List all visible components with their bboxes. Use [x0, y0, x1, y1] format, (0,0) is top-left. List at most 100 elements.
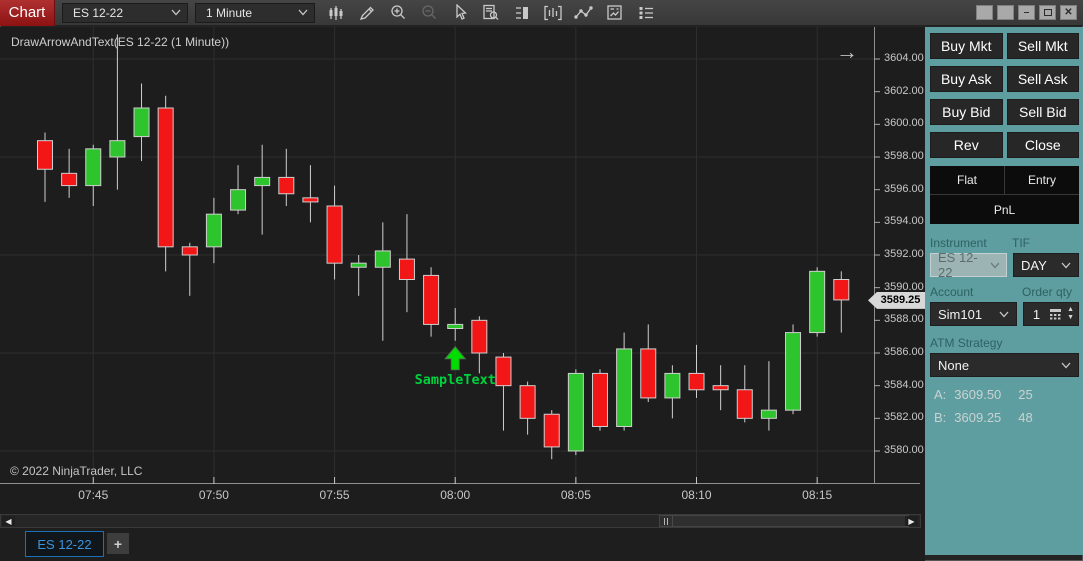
line-studies-icon[interactable]: [573, 3, 595, 23]
price-tick-label: 3592.00: [884, 248, 924, 260]
window-title-chart[interactable]: Chart: [0, 0, 55, 26]
price-tick-label: 3596.00: [884, 182, 924, 195]
ask-quote-row: A: 3609.50 25: [934, 387, 1083, 402]
instrument-select[interactable]: ES 12-22: [62, 2, 188, 23]
time-tick-label: 08:15: [802, 488, 833, 502]
bars-icon[interactable]: [325, 3, 347, 23]
indicators-icon[interactable]: [542, 3, 564, 23]
ask-price: 3609.50: [954, 387, 1002, 402]
right-arrow-icon[interactable]: →: [836, 39, 858, 65]
tif-label: TIF: [1012, 236, 1030, 250]
interval-select-value: 1 Minute: [206, 5, 253, 20]
chart-panel-icon[interactable]: [511, 3, 533, 23]
tab-bar: ES 12-22 +: [0, 529, 925, 561]
indicator-label: DrawArrowAndText(ES 12-22 (1 Minute)): [11, 35, 230, 49]
price-tick-label: 3590.00: [884, 280, 924, 293]
annotation-text[interactable]: SampleText: [415, 372, 496, 388]
bid-prefix: B:: [934, 410, 947, 425]
window-controls: – ✕: [976, 5, 1077, 20]
zoom-out-icon: [418, 3, 440, 23]
instrument-label: Instrument: [930, 236, 987, 250]
bid-price: 3609.25: [954, 410, 1002, 425]
close-position-button[interactable]: Close: [1006, 132, 1079, 158]
sell-mkt-button[interactable]: Sell Mkt: [1006, 33, 1079, 59]
atm-strategy-select[interactable]: None: [930, 353, 1079, 377]
buy-bid-button[interactable]: Buy Bid: [930, 99, 1003, 125]
price-tick-label: 3598.00: [884, 150, 924, 162]
workspace-button-2[interactable]: [997, 5, 1014, 20]
chart-region: SampleText DrawArrowAndText(ES 12-22 (1 …: [0, 27, 925, 561]
chevron-down-icon: [999, 311, 1009, 317]
sell-ask-button[interactable]: Sell Ask: [1006, 66, 1079, 92]
bid-quote-row: B: 3609.25 48: [934, 410, 1083, 425]
ask-size: 25: [1018, 387, 1033, 402]
buy-mkt-button[interactable]: Buy Mkt: [930, 33, 1003, 59]
price-tick-label: 3602.00: [884, 84, 924, 97]
chevron-down-icon: [1061, 362, 1071, 368]
price-tick-label: 3586.00: [884, 346, 924, 358]
price-tick-label: 3582.00: [884, 411, 924, 424]
candlestick-chart-canvas[interactable]: SampleText: [0, 27, 925, 484]
chevron-down-icon: [1061, 262, 1071, 268]
pnl-status: PnL: [993, 202, 1016, 217]
price-tick-label: 3588.00: [884, 313, 924, 326]
spinner-down-icon[interactable]: ▼: [1067, 314, 1074, 321]
panel-instrument-select: ES 12-22: [930, 250, 1007, 280]
time-tick-label: 07:45: [78, 488, 109, 502]
scrollbar-right-arrow-icon[interactable]: ▶: [905, 516, 918, 526]
order-buttons: Buy Mkt Sell Mkt Buy Ask Sell Ask Buy Bi…: [925, 27, 1083, 158]
price-tick-label: 3584.00: [884, 378, 924, 391]
time-tick-label: 07:50: [198, 488, 229, 502]
time-tick-label: 08:00: [440, 488, 471, 502]
position-display: Flat Entry PnL: [930, 166, 1079, 224]
rev-button[interactable]: Rev: [930, 132, 1003, 158]
properties-icon[interactable]: [635, 3, 657, 23]
chart-window: Chart ES 12-22 1 Minute – ✕ SampleText D…: [0, 0, 1083, 561]
order-qty-field[interactable]: 1 ▲ ▼: [1023, 302, 1079, 326]
add-tab-button[interactable]: +: [107, 533, 129, 554]
time-tick-label: 08:05: [560, 488, 591, 502]
chevron-down-icon: [298, 9, 308, 16]
chevron-down-icon: [171, 9, 181, 16]
account-select[interactable]: Sim101: [930, 302, 1017, 326]
maximize-button[interactable]: [1039, 5, 1056, 20]
price-tick-label: 3604.00: [884, 52, 924, 64]
horizontal-scrollbar[interactable]: ◀ ▶: [0, 514, 921, 528]
toolbar-icons: [325, 3, 657, 23]
calculator-icon[interactable]: [1049, 308, 1062, 320]
close-button[interactable]: ✕: [1060, 5, 1077, 20]
buy-ask-button[interactable]: Buy Ask: [930, 66, 1003, 92]
price-tick-label: 3594.00: [884, 215, 924, 228]
interval-select[interactable]: 1 Minute: [195, 2, 315, 23]
sell-bid-button[interactable]: Sell Bid: [1006, 99, 1079, 125]
qty-spinner[interactable]: ▲ ▼: [1062, 306, 1078, 321]
instrument-select-value: ES 12-22: [73, 5, 124, 20]
workspace-button-1[interactable]: [976, 5, 993, 20]
strategies-icon[interactable]: [604, 3, 626, 23]
drawing-tools-icon[interactable]: [356, 3, 378, 23]
price-tick-label: 3580.00: [884, 444, 924, 456]
scrollbar-left-arrow-icon[interactable]: ◀: [2, 516, 15, 526]
scrollbar-thumb[interactable]: [659, 515, 909, 527]
price-tick-label: 3600.00: [884, 117, 924, 130]
order-qty-value: 1: [1032, 306, 1041, 322]
tif-select[interactable]: DAY: [1013, 253, 1079, 277]
data-box-icon[interactable]: [480, 3, 502, 23]
spinner-up-icon[interactable]: ▲: [1067, 306, 1074, 313]
account-label: Account: [930, 285, 974, 299]
order-qty-label: Order qty: [1022, 285, 1073, 299]
flat-status: Flat: [930, 166, 1005, 194]
atm-strategy-label: ATM Strategy: [930, 336, 1003, 350]
entry-status: Entry: [1027, 173, 1056, 187]
ask-prefix: A:: [934, 387, 947, 402]
chevron-down-icon: [989, 262, 999, 269]
bid-size: 48: [1018, 410, 1033, 425]
scrollbar-grip[interactable]: [660, 516, 673, 526]
time-tick-label: 07:55: [319, 488, 350, 502]
copyright-label: © 2022 NinjaTrader, LLC: [10, 464, 143, 478]
zoom-in-icon[interactable]: [387, 3, 409, 23]
tab-es-12-22[interactable]: ES 12-22: [25, 531, 104, 557]
toolbar: Chart ES 12-22 1 Minute – ✕: [0, 0, 1083, 26]
cursor-icon[interactable]: [449, 3, 471, 23]
minimize-button[interactable]: –: [1018, 5, 1035, 20]
